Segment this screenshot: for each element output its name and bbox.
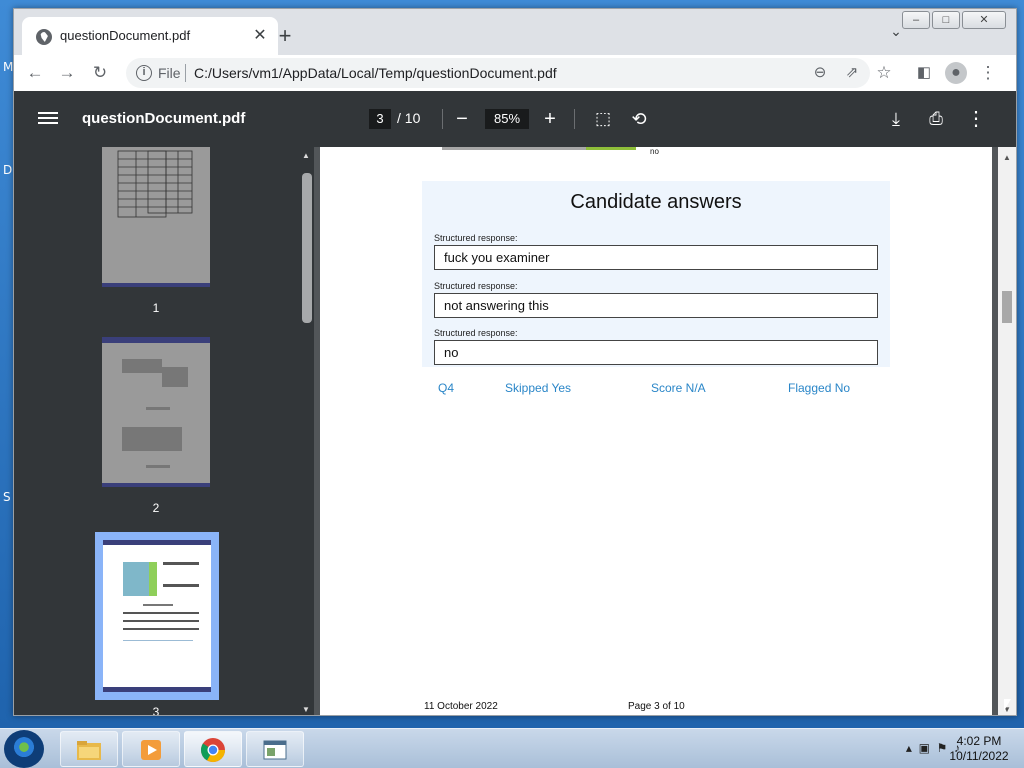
forward-arrow-icon[interactable]: → (56, 62, 78, 84)
close-window-button[interactable]: ✕ (962, 11, 1006, 29)
thumbnail-page-3[interactable] (95, 532, 219, 700)
pdf-page: no Candidate answers Structured response… (320, 147, 992, 715)
flagged-status: Flagged No (788, 381, 851, 395)
response-field: not answering this (434, 293, 878, 318)
url-scheme: File (158, 65, 181, 81)
response-label: Structured response: (434, 328, 518, 338)
new-tab-button[interactable]: + (272, 24, 298, 50)
divider (574, 109, 575, 129)
rotate-icon[interactable]: ⟲ (627, 107, 651, 131)
star-icon[interactable]: ☆ (873, 62, 895, 84)
desktop-icon-label[interactable]: M (3, 60, 13, 74)
info-icon[interactable]: i (136, 65, 152, 81)
tab-strip: questionDocument.pdf ✕ + ⌄ – □ ✕ (14, 9, 1016, 55)
pdf-title: questionDocument.pdf (82, 110, 246, 127)
taskbar-media-player[interactable] (122, 731, 180, 767)
clock-date: 10/11/2022 (949, 749, 1009, 763)
thumbnail-sidebar: 1 2 3 ▲ ▼ (14, 147, 314, 716)
thumbnail-label: 1 (152, 301, 160, 315)
answers-title: Candidate answers (570, 191, 742, 213)
page-scroll-thumb[interactable] (1002, 291, 1012, 323)
url-text[interactable]: C:/Users/vm1/AppData/Local/Temp/question… (194, 65, 557, 81)
response-label: Structured response: (434, 281, 518, 291)
page-total: / 10 (397, 110, 421, 126)
browser-toolbar: ← → ↻ i File C:/Users/vm1/AppData/Local/… (14, 55, 1016, 91)
chrome-icon (201, 738, 225, 763)
side-panel-icon[interactable]: ◧ (913, 62, 935, 84)
more-menu-icon[interactable]: ⋮ (977, 62, 999, 84)
page-number-input[interactable]: 3 (369, 109, 391, 129)
thumbnail-label: 2 (152, 501, 160, 515)
thumbnail-image (102, 337, 210, 487)
globe-icon (36, 29, 52, 45)
candidate-answers-box: Candidate answers Structured response: f… (422, 181, 890, 367)
minimize-button[interactable]: – (902, 11, 930, 29)
desktop-icon-label[interactable]: D (3, 163, 12, 177)
chrome-window: questionDocument.pdf ✕ + ⌄ – □ ✕ ← → ↻ i… (13, 8, 1017, 716)
zoom-input[interactable]: 85% (485, 109, 529, 129)
divider (442, 109, 443, 129)
taskbar-app[interactable] (246, 731, 304, 767)
footer-page: Page 3 of 10 (628, 701, 685, 712)
response-field: fuck you examiner (434, 245, 878, 270)
scroll-up-icon[interactable]: ▲ (1003, 153, 1011, 162)
media-player-icon (141, 740, 161, 760)
pdf-viewer: questionDocument.pdf 3 / 10 − 85% + ⬚ ⟲ … (14, 91, 1016, 716)
scroll-down-icon[interactable]: ▼ (302, 705, 310, 714)
thumbnail-page-1[interactable] (102, 147, 210, 287)
scroll-up-icon[interactable]: ▲ (302, 151, 310, 160)
reload-icon[interactable]: ↻ (89, 62, 111, 84)
desktop-icon-label[interactable]: S (3, 490, 11, 504)
thumbnail-label: 3 (152, 705, 160, 716)
zoom-out-button[interactable]: − (450, 107, 474, 131)
download-icon[interactable]: ⤓ (884, 107, 908, 131)
sidebar-scroll-thumb[interactable] (302, 173, 312, 323)
start-button[interactable] (4, 730, 44, 768)
question-number: Q4 (438, 381, 455, 395)
tab-title: questionDocument.pdf (60, 28, 191, 43)
clock[interactable]: 4:02 PM 10/11/2022 (944, 734, 1014, 764)
maximize-button[interactable]: □ (932, 11, 960, 29)
zoom-in-button[interactable]: + (538, 107, 562, 131)
response-label: Structured response: (434, 233, 518, 243)
taskbar: ▴ ▣ ⚑ ♪ 4:02 PM 10/11/2022 (0, 728, 1024, 768)
thumbnail-page-2[interactable] (102, 337, 210, 487)
share-icon[interactable]: ⇗ (841, 62, 863, 84)
footer-date: 11 October 2022 (424, 701, 498, 712)
taskbar-explorer[interactable] (60, 731, 118, 767)
fit-page-icon[interactable]: ⬚ (591, 107, 615, 131)
divider (185, 64, 186, 82)
app-window-icon (263, 740, 287, 760)
page-area: no Candidate answers Structured response… (314, 147, 1016, 715)
response-field: no (434, 340, 878, 365)
profile-icon[interactable]: ● (945, 62, 967, 84)
zoom-icon[interactable]: ⊖ (809, 62, 831, 84)
score-status: Score N/A (651, 381, 706, 395)
hamburger-icon[interactable] (38, 109, 58, 129)
mouse-cursor-icon (1004, 699, 1011, 711)
tab-question-document[interactable]: questionDocument.pdf ✕ (22, 17, 278, 55)
thumbnail-image (103, 540, 211, 692)
page-top-bar-accent (586, 147, 636, 150)
skipped-status: Skipped Yes (505, 381, 572, 395)
thumbnail-image (102, 147, 210, 287)
print-icon[interactable]: ⎙ (924, 107, 948, 131)
pdf-toolbar: questionDocument.pdf 3 / 10 − 85% + ⬚ ⟲ … (14, 91, 1016, 147)
close-tab-button[interactable]: ✕ (250, 26, 270, 46)
back-arrow-icon[interactable]: ← (24, 62, 46, 84)
window-controls: – □ ✕ (902, 11, 1006, 29)
page-scrollbar[interactable] (998, 147, 1016, 715)
taskbar-chrome[interactable] (184, 731, 242, 767)
address-bar[interactable]: i File C:/Users/vm1/AppData/Local/Temp/q… (126, 58, 870, 88)
top-snippet: no (650, 147, 659, 156)
more-options-icon[interactable]: ⋮ (964, 107, 988, 131)
clock-time: 4:02 PM (956, 734, 1002, 748)
folder-icon (77, 741, 101, 760)
